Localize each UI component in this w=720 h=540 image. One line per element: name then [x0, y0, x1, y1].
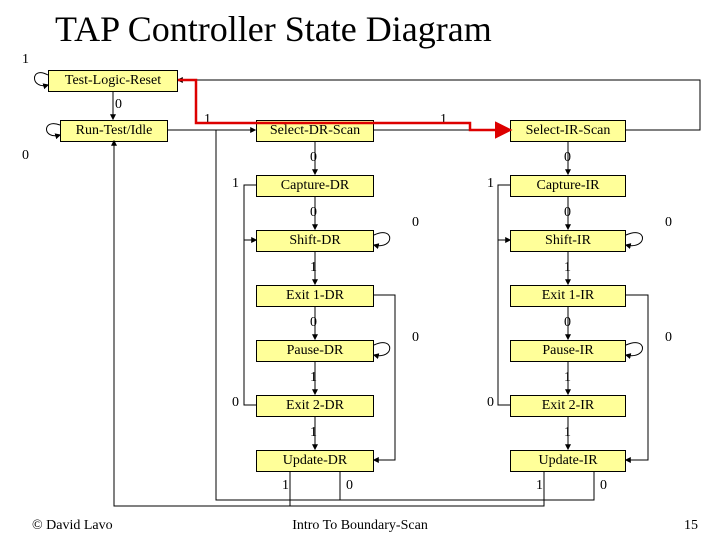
label-capdr-left: 1 [232, 176, 239, 192]
label-selir-capir: 0 [564, 150, 571, 166]
label-ex1dr-paudr: 0 [310, 315, 317, 331]
label-tlr-rti: 0 [115, 97, 122, 113]
state-exit1-ir: Exit 1-IR [510, 285, 626, 307]
label-capdr-shfdr: 0 [310, 205, 317, 221]
label-ex2ir-updir: 1 [564, 425, 571, 441]
state-select-dr-scan: Select-DR-Scan [256, 120, 374, 142]
label-rti-self: 0 [22, 148, 29, 164]
label-rti-seldr: 1 [204, 112, 211, 128]
state-test-logic-reset: Test-Logic-Reset [48, 70, 178, 92]
state-update-dr: Update-DR [256, 450, 374, 472]
label-seldr-selir: 1 [440, 112, 447, 128]
label-capir-shfir: 0 [564, 205, 571, 221]
state-capture-dr: Capture-DR [256, 175, 374, 197]
label-ex2dr-left: 0 [232, 395, 239, 411]
footer-title: Intro To Boundary-Scan [0, 518, 720, 534]
state-select-ir-scan: Select-IR-Scan [510, 120, 626, 142]
state-pause-ir: Pause-IR [510, 340, 626, 362]
label-updir-right: 0 [600, 478, 607, 494]
label-ex2ir-left: 0 [487, 395, 494, 411]
footer-page-number: 15 [684, 518, 698, 534]
label-pauir-ex2ir: 1 [564, 370, 571, 386]
label-paudr-ex2dr: 1 [310, 370, 317, 386]
label-updir-left: 1 [536, 478, 543, 494]
state-shift-dr: Shift-DR [256, 230, 374, 252]
page-title: TAP Controller State Diagram [55, 8, 492, 50]
label-shfdr-self: 0 [412, 215, 419, 231]
state-exit2-dr: Exit 2-DR [256, 395, 374, 417]
label-seldr-capdr: 0 [310, 150, 317, 166]
label-upddr-right: 0 [346, 478, 353, 494]
label-upddr-left: 1 [282, 478, 289, 494]
label-ex1ir-pauir: 0 [564, 315, 571, 331]
label-shfir-self: 0 [665, 215, 672, 231]
state-exit2-ir: Exit 2-IR [510, 395, 626, 417]
state-exit1-dr: Exit 1-DR [256, 285, 374, 307]
label-tlr-self: 1 [22, 52, 29, 68]
label-pauir-self: 0 [665, 330, 672, 346]
label-shfir-ex1ir: 1 [564, 260, 571, 276]
state-pause-dr: Pause-DR [256, 340, 374, 362]
label-shfdr-ex1dr: 1 [310, 260, 317, 276]
state-update-ir: Update-IR [510, 450, 626, 472]
label-paudr-self: 0 [412, 330, 419, 346]
label-capir-left: 1 [487, 176, 494, 192]
label-ex2dr-upddr: 1 [310, 425, 317, 441]
state-shift-ir: Shift-IR [510, 230, 626, 252]
state-capture-ir: Capture-IR [510, 175, 626, 197]
state-run-test-idle: Run-Test/Idle [60, 120, 168, 142]
